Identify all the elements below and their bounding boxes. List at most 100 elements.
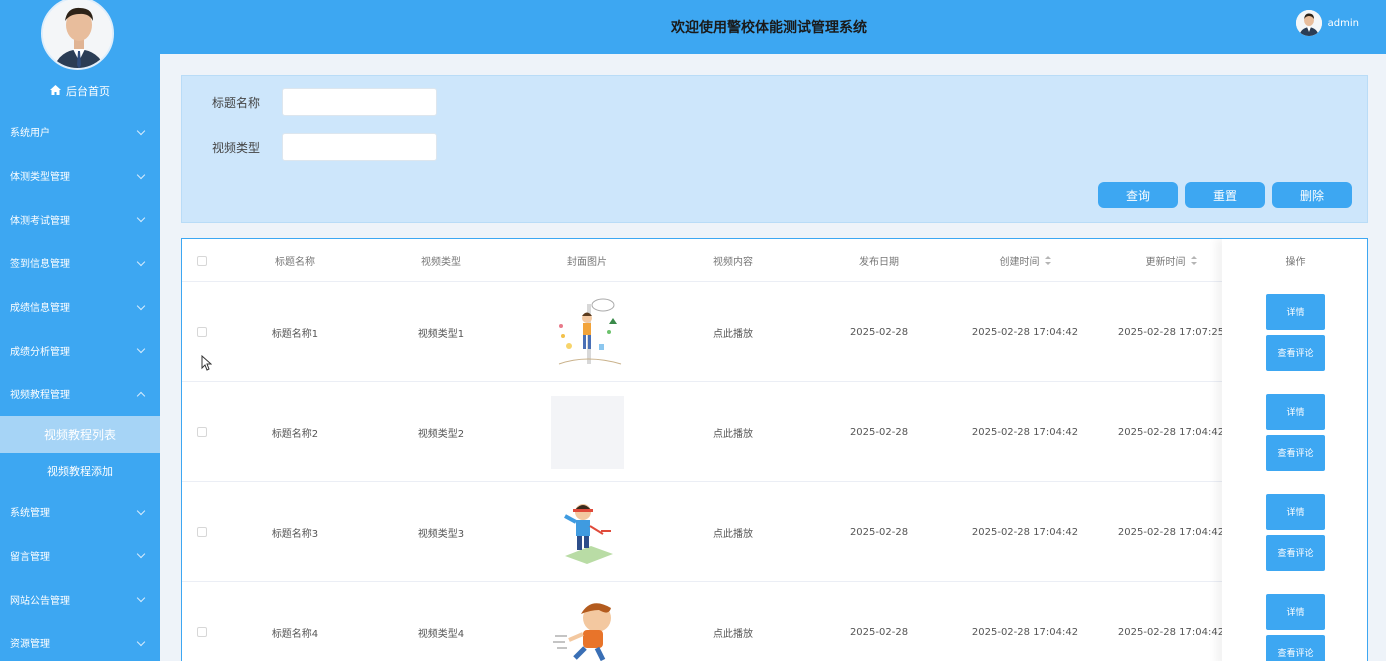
- sidebar-item-system-management[interactable]: 系统管理: [0, 490, 160, 534]
- sidebar-item-checkin[interactable]: 签到信息管理: [0, 241, 160, 285]
- col-content: 视频内容: [713, 257, 753, 268]
- submenu-item-video-list[interactable]: 视频教程列表: [0, 415, 160, 453]
- detail-button[interactable]: 详情: [1266, 393, 1325, 430]
- chevron-down-icon: [136, 258, 146, 268]
- type-label: 视频类型: [212, 140, 261, 155]
- sidebar-item-label: 系统用户: [10, 128, 50, 140]
- cell-publish-date: 2025-02-28: [849, 526, 909, 538]
- cover-image[interactable]: [550, 595, 624, 661]
- row-checkbox[interactable]: [197, 527, 207, 537]
- sidebar-item-resources[interactable]: 资源管理: [0, 621, 160, 661]
- cell-title: 标题名称3: [271, 528, 319, 540]
- sidebar-home-label: 后台首页: [66, 85, 110, 98]
- chevron-down-icon: [136, 507, 146, 517]
- submenu-item-video-add[interactable]: 视频教程添加: [0, 453, 160, 490]
- cell-title: 标题名称4: [271, 628, 319, 640]
- sidebar-item-video-tutorials[interactable]: 视频教程管理: [0, 372, 160, 416]
- sidebar-item-label: 系统管理: [10, 508, 50, 520]
- view-comments-button[interactable]: 查看评论: [1266, 534, 1325, 571]
- sort-icon[interactable]: [1044, 256, 1051, 265]
- title-label: 标题名称: [212, 95, 261, 110]
- cell-type: 视频类型1: [417, 328, 465, 340]
- view-comments-button[interactable]: 查看评论: [1266, 434, 1325, 471]
- page-title: 欢迎使用警校体能测试管理系统: [671, 20, 867, 36]
- cell-created: 2025-02-28 17:04:42: [971, 426, 1079, 438]
- select-all-checkbox[interactable]: [197, 255, 207, 266]
- search-panel: 标题名称 视频类型 查询 重置 删除: [181, 75, 1368, 223]
- view-comments-button[interactable]: 查看评论: [1266, 334, 1325, 371]
- row-actions: 详情 查看评论: [1222, 582, 1367, 661]
- col-updated-label: 更新时间: [1145, 257, 1186, 268]
- reset-button[interactable]: 重置: [1185, 182, 1265, 208]
- cell-created: 2025-02-28 17:04:42: [971, 526, 1079, 538]
- type-input[interactable]: [282, 133, 437, 161]
- sidebar-item-test-types[interactable]: 体测类型管理: [0, 154, 160, 198]
- row-checkbox[interactable]: [197, 627, 207, 637]
- table-header: 标题名称 视频类型 封面图片 视频内容 发布日期 创建时间 更新时间: [182, 239, 1367, 282]
- row-select-cell: [192, 582, 212, 661]
- title-input[interactable]: [282, 88, 437, 116]
- cell-content: 点此播放: [660, 482, 806, 582]
- sidebar-item-label: 资源管理: [10, 639, 50, 651]
- row-select-cell: [192, 482, 212, 582]
- chevron-down-icon: [136, 127, 146, 137]
- cover-image[interactable]: [550, 295, 624, 369]
- chevron-down-icon: [136, 638, 146, 648]
- submenu-item-label: 视频教程添加: [47, 465, 113, 479]
- table-row: 标题名称1 视频类型1 点此播放 2025-02-28 2025-02-28 1…: [182, 282, 1367, 382]
- chevron-down-icon: [136, 214, 146, 224]
- chevron-down-icon: [136, 345, 146, 355]
- col-title: 标题名称: [275, 257, 315, 268]
- play-video-link[interactable]: 点此播放: [713, 625, 753, 640]
- user-menu[interactable]: admin: [1295, 10, 1359, 36]
- cell-cover: [514, 282, 660, 382]
- avatar: [1295, 10, 1322, 36]
- view-comments-button[interactable]: 查看评论: [1266, 634, 1325, 661]
- chevron-up-icon: [136, 389, 146, 399]
- play-video-link[interactable]: 点此播放: [713, 525, 753, 540]
- col-cover: 封面图片: [567, 257, 607, 268]
- sidebar-item-announcements[interactable]: 网站公告管理: [0, 577, 160, 621]
- cell-created: 2025-02-28 17:04:42: [971, 326, 1079, 338]
- table-row: 标题名称2 视频类型2 点此播放 2025-02-28 2025-02-28 1…: [182, 382, 1367, 482]
- sidebar-item-system-users[interactable]: 系统用户: [0, 110, 160, 154]
- submenu-item-label: 视频教程列表: [43, 427, 116, 442]
- sidebar-item-label: 视频教程管理: [10, 390, 70, 402]
- admin-avatar: [41, 0, 114, 70]
- col-created[interactable]: 创建时间: [952, 239, 1098, 282]
- home-icon: [50, 84, 61, 98]
- sidebar-home[interactable]: 后台首页: [0, 82, 160, 100]
- video-table: 标题名称 视频类型 封面图片 视频内容 发布日期 创建时间 更新时间 标题名称1…: [181, 238, 1368, 661]
- detail-button[interactable]: 详情: [1266, 593, 1325, 630]
- chevron-down-icon: [136, 171, 146, 181]
- title-field-row: 标题名称: [212, 88, 437, 116]
- detail-button[interactable]: 详情: [1266, 493, 1325, 530]
- row-checkbox[interactable]: [197, 327, 207, 337]
- sort-icon[interactable]: [1190, 256, 1197, 265]
- sidebar-item-scores[interactable]: 成绩信息管理: [0, 285, 160, 329]
- play-video-link[interactable]: 点此播放: [713, 425, 753, 440]
- play-video-link[interactable]: 点此播放: [713, 325, 753, 340]
- sidebar: 后台首页 系统用户 体测类型管理 体测考试管理 签到信息管理 成绩信息管理 成绩…: [0, 0, 160, 661]
- delete-button[interactable]: 删除: [1272, 182, 1352, 208]
- cover-image-placeholder[interactable]: [550, 395, 624, 469]
- sidebar-item-label: 签到信息管理: [10, 259, 70, 271]
- chevron-down-icon: [136, 594, 146, 604]
- cell-publish-date: 2025-02-28: [849, 626, 909, 638]
- table-row: 标题名称3 视频类型3 点此播放 2025-02-28 2025-02-28 1…: [182, 482, 1367, 582]
- cover-image[interactable]: [550, 495, 624, 569]
- sidebar-item-test-exams[interactable]: 体测考试管理: [0, 197, 160, 241]
- row-checkbox[interactable]: [197, 427, 207, 437]
- sidebar-item-messages[interactable]: 留言管理: [0, 534, 160, 578]
- row-actions: 详情 查看评论: [1222, 382, 1367, 482]
- cell-type: 视频类型3: [417, 528, 465, 540]
- col-type: 视频类型: [421, 257, 461, 268]
- query-button[interactable]: 查询: [1098, 182, 1178, 208]
- username: admin: [1327, 17, 1359, 29]
- cell-created: 2025-02-28 17:04:42: [971, 626, 1079, 638]
- cell-cover: [514, 582, 660, 661]
- detail-button[interactable]: 详情: [1266, 293, 1325, 330]
- sidebar-item-score-analysis[interactable]: 成绩分析管理: [0, 328, 160, 372]
- sidebar-menu: 系统用户 体测类型管理 体测考试管理 签到信息管理 成绩信息管理 成绩分析管理 …: [0, 110, 160, 661]
- row-actions: 详情 查看评论: [1222, 482, 1367, 582]
